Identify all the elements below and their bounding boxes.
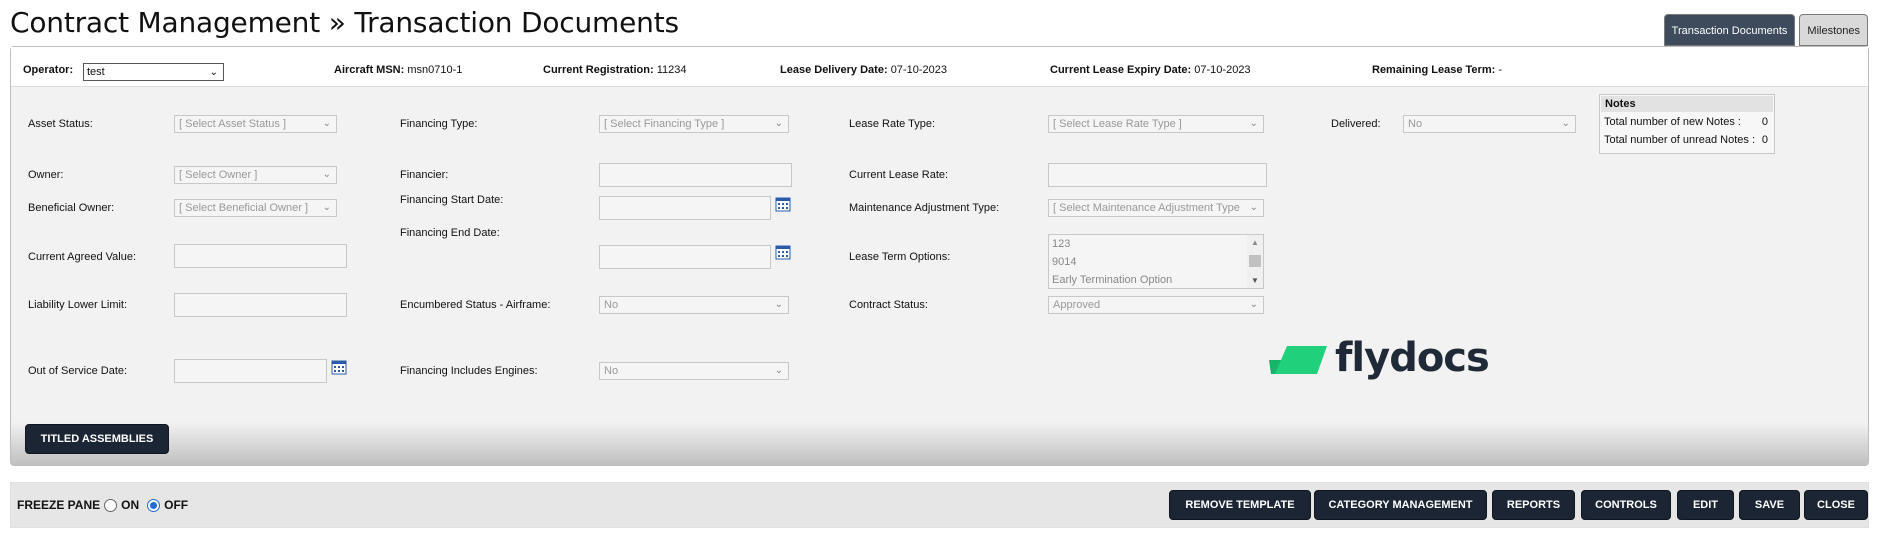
top-tabs: Transaction Documents Milestones [1663,14,1868,46]
tab-milestones[interactable]: Milestones [1799,14,1868,46]
operator-select[interactable]: test ⌄ [83,63,224,81]
current-lease-expiry-date: Current Lease Expiry Date: 07-10-2023 [1050,64,1251,76]
notes-box: Notes Total number of new Notes :0 Total… [1599,94,1775,154]
chevron-down-icon: ⌄ [1561,118,1570,129]
freeze-pane-off-label: OFF [164,498,189,512]
chevron-down-icon: ⌄ [322,169,331,180]
delivered-select[interactable]: No ⌄ [1403,115,1576,133]
close-button[interactable]: CLOSE [1804,490,1868,520]
page-title: Contract Management » Transaction Docume… [10,6,679,39]
financing-type-select[interactable]: [ Select Financing Type ] ⌄ [599,115,789,133]
flydocs-logo-text: flydocs [1335,335,1490,381]
freeze-pane-label: FREEZE PANE [17,498,101,512]
liability-lower-limit-label: Liability Lower Limit: [28,299,128,311]
category-management-button[interactable]: CATEGORY MANAGEMENT [1314,490,1487,520]
current-agreed-value-label: Current Agreed Value: [28,251,137,263]
freeze-pane: FREEZE PANE ON OFF [17,498,188,512]
maintenance-adjustment-type-label: Maintenance Adjustment Type: [849,202,1000,214]
chevron-down-icon: ⌄ [322,202,331,213]
operator-value: test [87,66,105,78]
beneficial-owner-select[interactable]: [ Select Beneficial Owner ] ⌄ [174,199,337,217]
chevron-down-icon: ⌄ [1249,299,1258,310]
titled-assemblies-button[interactable]: TITLED ASSEMBLIES [25,424,169,454]
notes-new-count[interactable]: Total number of new Notes :0 [1600,113,1774,131]
reports-button[interactable]: REPORTS [1492,490,1575,520]
financier-input[interactable] [599,163,792,187]
chevron-down-icon: ⌄ [1249,118,1258,129]
calendar-icon[interactable] [775,244,791,260]
chevron-down-icon: ⌄ [1247,200,1258,216]
controls-button[interactable]: CONTROLS [1581,490,1671,520]
lease-header: Operator: test ⌄ Aircraft MSN: msn0710-1… [11,47,1868,87]
operator-label: Operator: [23,64,74,76]
financing-end-date-label: Financing End Date: [400,227,500,239]
beneficial-owner-label: Beneficial Owner: [28,202,115,214]
asset-status-select[interactable]: [ Select Asset Status ] ⌄ [174,115,337,133]
maintenance-adjustment-type-select[interactable]: [ Select Maintenance Adjustment Type ⌄ [1048,199,1264,217]
owner-select[interactable]: [ Select Owner ] ⌄ [174,166,337,184]
current-agreed-value-input[interactable] [174,244,347,268]
tab-transaction-documents[interactable]: Transaction Documents [1663,14,1796,46]
encumbered-status-label: Encumbered Status - Airframe: [400,299,551,311]
financing-start-date-label: Financing Start Date: [400,194,504,206]
lease-rate-type-select[interactable]: [ Select Lease Rate Type ] ⌄ [1048,115,1264,133]
calendar-icon[interactable] [775,196,791,212]
lease-term-options-label: Lease Term Options: [849,251,951,263]
chevron-down-icon: ⌄ [774,299,783,310]
calendar-icon[interactable] [331,359,347,375]
aircraft-msn: Aircraft MSN: msn0710-1 [334,64,463,76]
freeze-pane-on-label: ON [121,498,140,512]
remaining-lease-term: Remaining Lease Term: - [1372,64,1503,76]
lease-delivery-date: Lease Delivery Date: 07-10-2023 [780,64,947,76]
footer-bar: FREEZE PANE ON OFF REMOVE TEMPLATE CATEG… [10,482,1869,528]
financing-end-date-input[interactable] [599,245,771,269]
transaction-panel: Operator: test ⌄ Aircraft MSN: msn0710-1… [10,46,1869,466]
financier-label: Financier: [400,169,449,181]
current-registration: Current Registration: 11234 [543,64,687,76]
flydocs-logo: flydocs [1269,335,1490,381]
contract-status-label: Contract Status: [849,299,928,311]
notes-unread-count[interactable]: Total number of unread Notes :0 [1600,131,1774,149]
remove-template-button[interactable]: REMOVE TEMPLATE [1169,490,1311,520]
edit-button[interactable]: EDIT [1677,490,1734,520]
encumbered-status-select[interactable]: No ⌄ [599,296,789,314]
list-item[interactable]: Early Termination Option [1049,271,1263,289]
chevron-down-icon: ⌄ [209,67,218,78]
financing-includes-engines-label: Financing Includes Engines: [400,365,538,377]
lease-rate-type-label: Lease Rate Type: [849,118,936,130]
out-of-service-date-label: Out of Service Date: [28,365,128,377]
lease-term-options-list[interactable]: 123 9014 Early Termination Option ▲ ▼ [1048,234,1264,289]
current-lease-rate-label: Current Lease Rate: [849,169,949,181]
financing-includes-engines-select[interactable]: No ⌄ [599,362,789,380]
financing-type-label: Financing Type: [400,118,478,130]
out-of-service-date-input[interactable] [174,359,327,383]
delivered-label: Delivered: [1331,118,1381,130]
list-item[interactable]: 9014 [1049,253,1263,271]
financing-start-date-input[interactable] [599,196,771,220]
freeze-pane-on-radio[interactable] [104,498,118,512]
scroll-down-icon[interactable]: ▼ [1251,276,1259,285]
liability-lower-limit-input[interactable] [174,293,347,317]
scroll-up-icon[interactable]: ▲ [1251,238,1259,247]
owner-label: Owner: [28,169,64,181]
list-item[interactable]: 123 [1049,235,1263,253]
list-scrollbar[interactable]: ▲ ▼ [1247,235,1263,288]
current-lease-rate-input[interactable] [1048,163,1267,187]
asset-status-label: Asset Status: [28,118,93,130]
chevron-down-icon: ⌄ [322,118,331,129]
save-button[interactable]: SAVE [1739,490,1800,520]
freeze-pane-off-radio[interactable] [147,498,161,512]
chevron-down-icon: ⌄ [774,118,783,129]
contract-status-select[interactable]: Approved ⌄ [1048,296,1264,314]
flydocs-logo-icon [1269,346,1327,374]
notes-title: Notes [1601,96,1773,112]
scroll-thumb[interactable] [1249,255,1261,267]
chevron-down-icon: ⌄ [774,365,783,376]
